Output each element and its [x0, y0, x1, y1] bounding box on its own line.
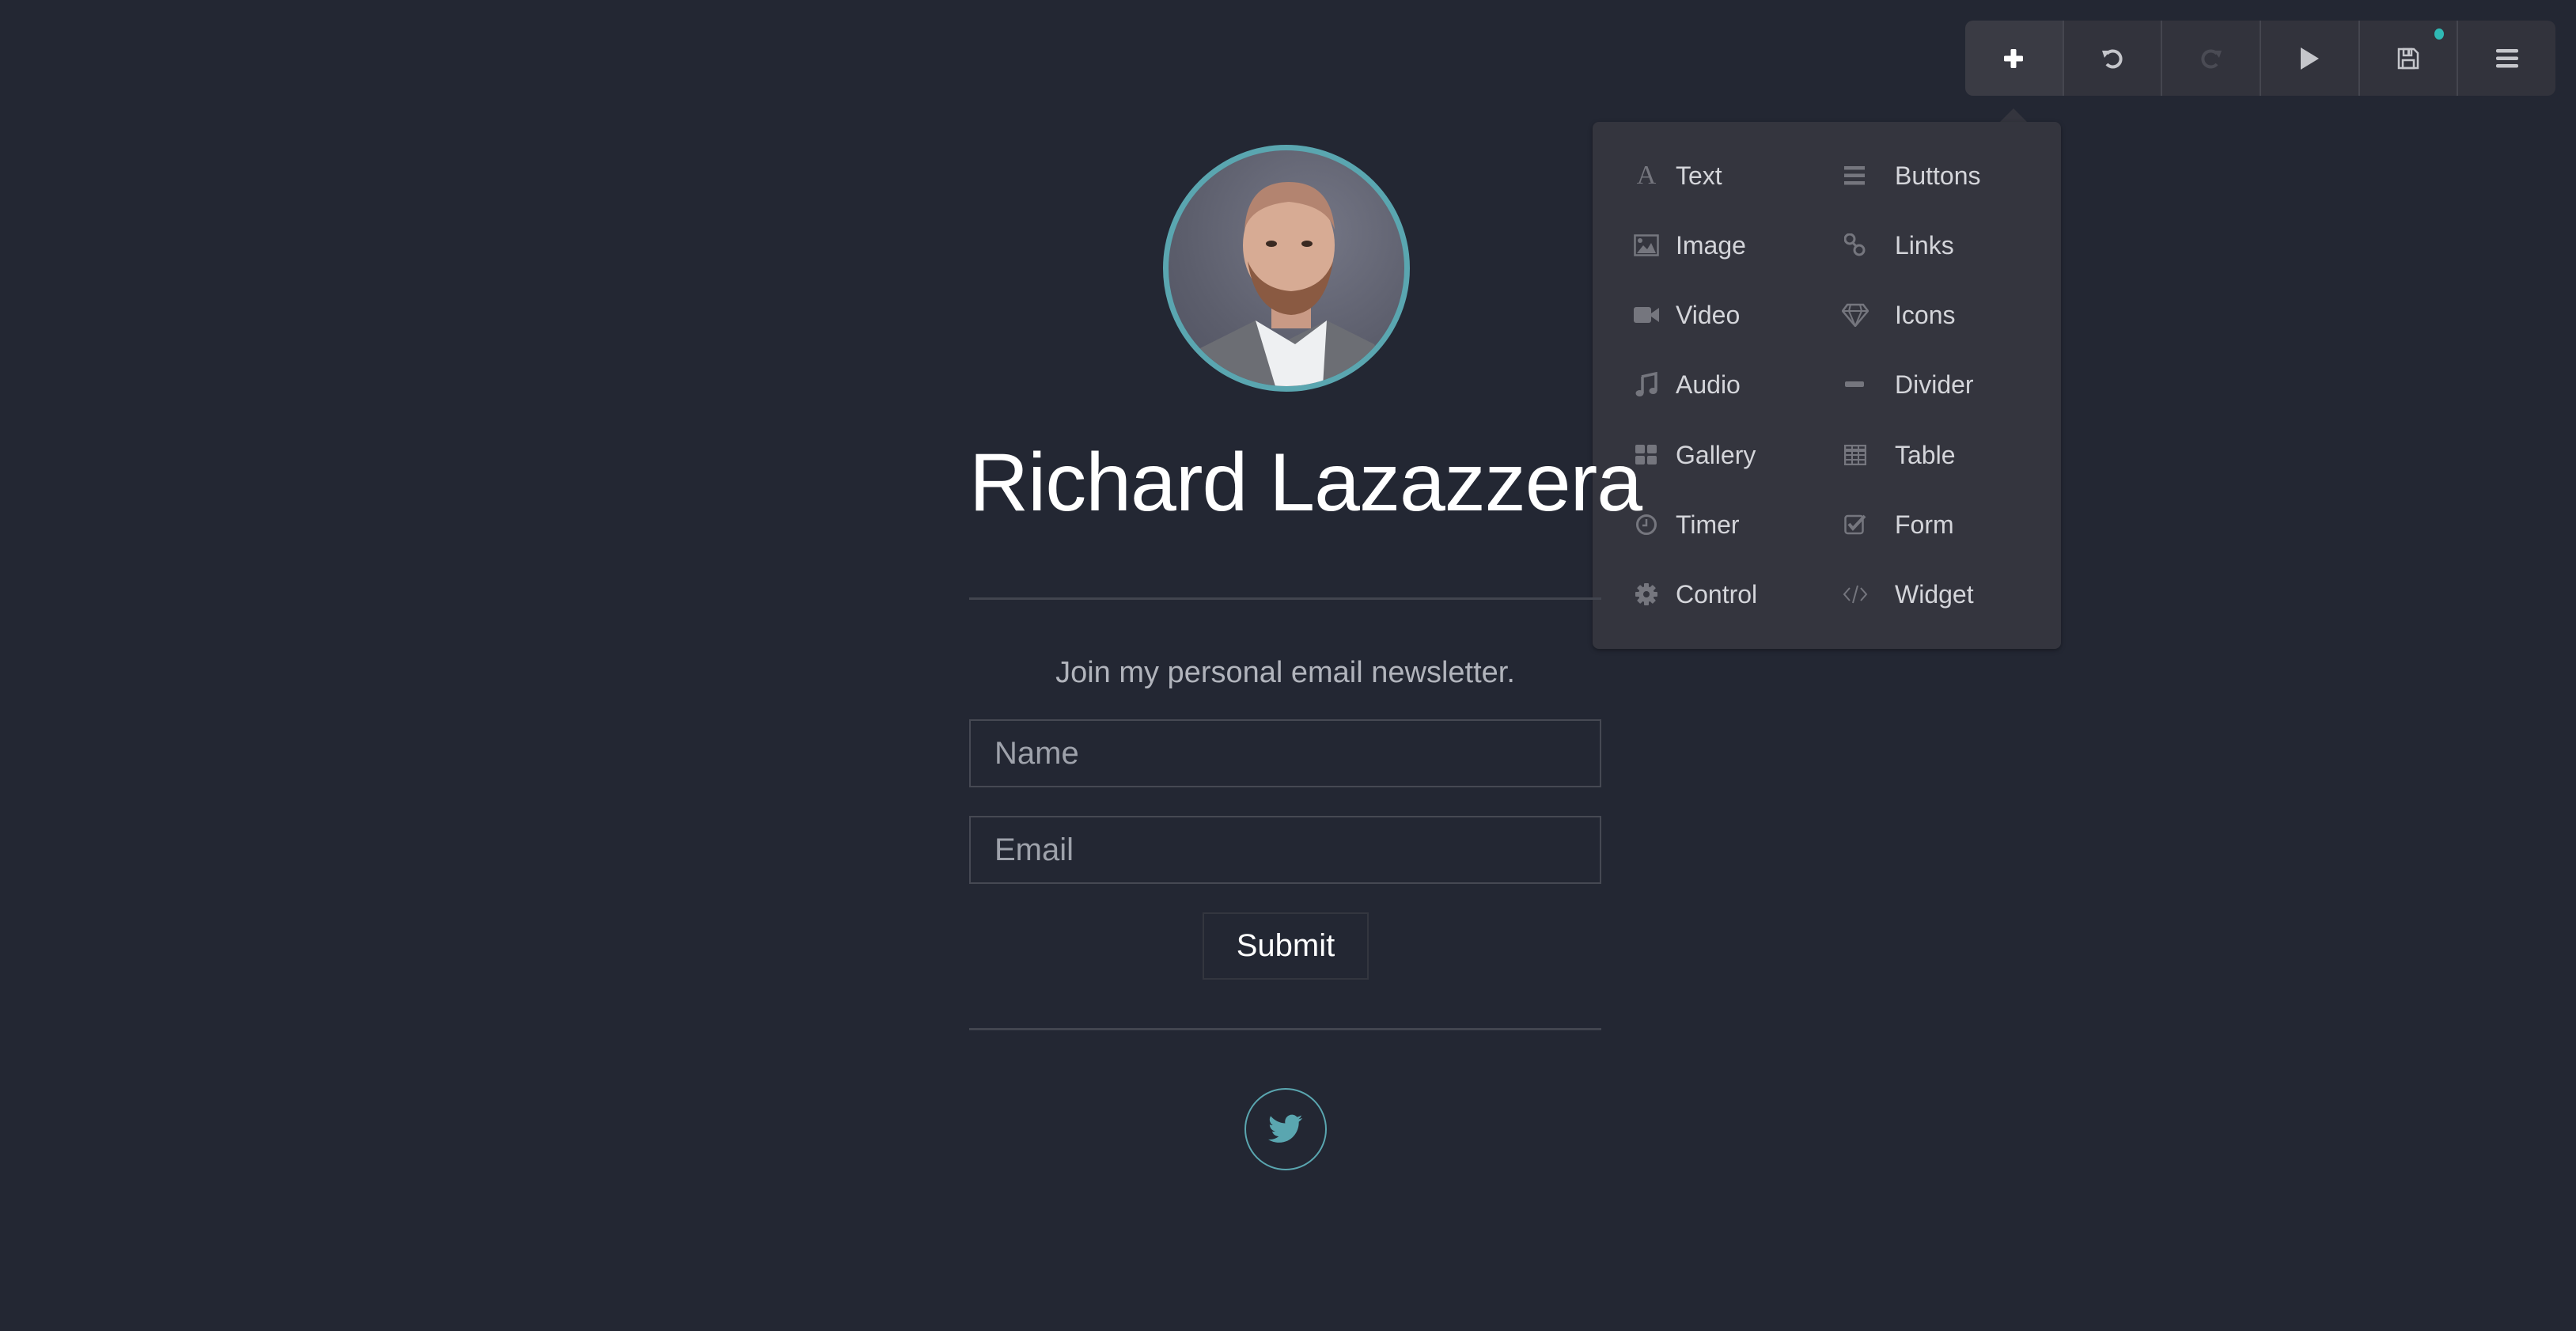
name-input[interactable]: [969, 719, 1601, 787]
table-icon: [1839, 439, 1871, 471]
add-block-menu: A Text Image Video Audio Gallery Timer C…: [1593, 122, 2061, 649]
menu-item-form[interactable]: Form: [1839, 501, 1954, 548]
menu-item-timer[interactable]: Timer: [1631, 501, 1740, 548]
menu-item-links[interactable]: Links: [1839, 222, 1954, 269]
preview-button[interactable]: [2260, 21, 2358, 96]
page-title: Richard Lazazzera: [969, 437, 1642, 529]
video-camera-icon: [1631, 299, 1662, 331]
menu-item-buttons[interactable]: Buttons: [1839, 152, 1981, 199]
twitter-link[interactable]: [1244, 1088, 1327, 1170]
menu-item-table[interactable]: Table: [1839, 431, 1956, 479]
hamburger-menu-icon: [2495, 48, 2518, 67]
save-button[interactable]: [2358, 21, 2457, 96]
menu-item-video[interactable]: Video: [1631, 291, 1740, 339]
menu-item-image[interactable]: Image: [1631, 222, 1746, 269]
email-input[interactable]: [969, 816, 1601, 884]
minus-icon: [1839, 369, 1871, 400]
top-divider: [969, 597, 1601, 600]
newsletter-subtitle: Join my personal email newsletter.: [1055, 656, 1515, 689]
code-icon: [1839, 578, 1871, 610]
play-icon: [2301, 47, 2320, 70]
undo-icon: [2102, 49, 2123, 68]
diamond-icon: [1839, 299, 1871, 331]
bottom-divider: [969, 1028, 1601, 1030]
editor-toolbar: [1965, 21, 2555, 96]
profile-photo: [1184, 182, 1394, 386]
menu-item-divider[interactable]: Divider: [1839, 361, 1974, 408]
menu-item-icons[interactable]: Icons: [1839, 291, 1955, 339]
save-icon: [2397, 47, 2419, 69]
bars-icon: [1839, 160, 1871, 191]
submit-button[interactable]: Submit: [1203, 912, 1369, 980]
plus-icon: [2004, 48, 2024, 68]
unsaved-changes-dot: [2434, 28, 2445, 40]
menu-item-control[interactable]: Control: [1631, 571, 1757, 618]
menu-item-gallery[interactable]: Gallery: [1631, 431, 1756, 479]
music-note-icon: [1631, 369, 1662, 400]
chain-link-icon: [1839, 229, 1871, 261]
add-block-button[interactable]: [1965, 21, 2063, 96]
redo-icon: [2201, 49, 2222, 68]
image-icon: [1631, 229, 1662, 261]
redo-button[interactable]: [2161, 21, 2260, 96]
profile-avatar[interactable]: [1163, 145, 1410, 392]
gear-icon: [1631, 578, 1662, 610]
main-menu-button[interactable]: [2457, 21, 2555, 96]
menu-item-audio[interactable]: Audio: [1631, 361, 1741, 408]
twitter-icon: [1268, 1114, 1303, 1143]
checkbox-icon: [1839, 509, 1871, 540]
serif-a-icon: A: [1636, 161, 1657, 190]
menu-pointer: [1999, 108, 2028, 123]
undo-button[interactable]: [2062, 21, 2161, 96]
menu-item-widget[interactable]: Widget: [1839, 571, 1974, 618]
menu-item-text[interactable]: A Text: [1631, 152, 1722, 199]
